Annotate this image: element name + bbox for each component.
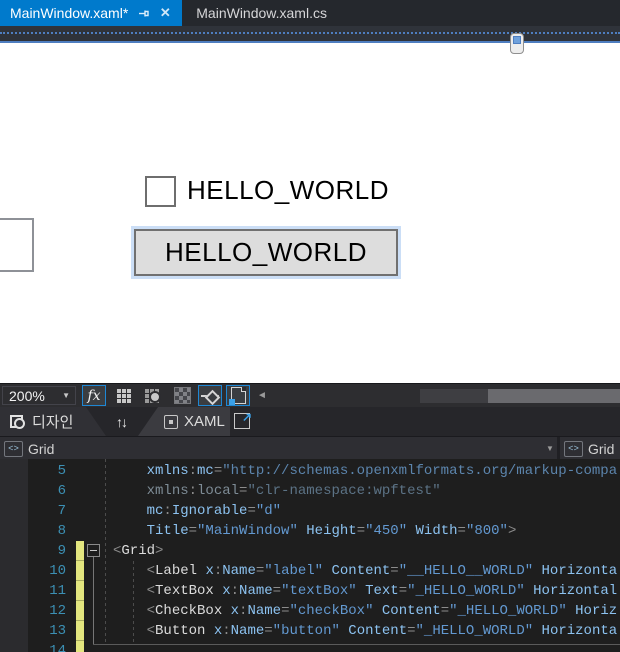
code-lines[interactable]: xmlns:mc="http://schemas.openxmlformats.… xyxy=(113,461,617,652)
code-line[interactable]: Title="MainWindow" Height="450" Width="8… xyxy=(113,521,617,541)
code-line[interactable]: mc:Ignorable="d" xyxy=(113,501,617,521)
zoom-value: 200% xyxy=(9,387,45,404)
code-line[interactable]: <TextBox x:Name="textBox" Text="_HELLO_W… xyxy=(113,581,618,601)
breadcrumb-left-dropdown[interactable]: <> Grid xyxy=(4,437,54,460)
element-icon: <> xyxy=(564,440,583,457)
breadcrumb-right-label: Grid xyxy=(588,440,615,457)
doc-tab-label: MainWindow.xaml.cs xyxy=(196,5,327,21)
designer-hscrollbar[interactable] xyxy=(420,389,620,403)
effects-toggle-button[interactable]: fx xyxy=(82,385,106,406)
line-number: 11 xyxy=(49,583,66,599)
line-number: 10 xyxy=(49,563,66,579)
window-edge-handle[interactable] xyxy=(510,33,524,54)
design-surface[interactable]: HELLO_WORLD HELLO_WORLD xyxy=(0,43,620,383)
button-label: HELLO_WORLD xyxy=(165,237,367,267)
line-number: 7 xyxy=(57,503,66,519)
line-number: 13 xyxy=(49,623,66,639)
margin-dotted-line xyxy=(0,32,620,34)
code-line[interactable]: <Grid> xyxy=(113,541,617,561)
indicator-margin[interactable] xyxy=(0,459,28,652)
designer-toolbar: 200% ▼ fx ◄ xyxy=(0,383,620,408)
line-number: 14 xyxy=(49,643,66,652)
designer-window-edge xyxy=(0,26,620,43)
doc-tab-mainwindow-xaml-cs[interactable]: MainWindow.xaml.cs xyxy=(182,0,341,26)
swap-panes-button[interactable]: ↑↓ xyxy=(108,407,134,436)
outlining-line xyxy=(93,557,94,644)
tab-design-view[interactable]: 디자인 xyxy=(0,407,106,436)
element-icon: <> xyxy=(4,440,23,457)
textbox-control[interactable] xyxy=(0,218,34,272)
pin-icon[interactable] xyxy=(136,6,150,20)
hscrollbar-thumb[interactable] xyxy=(488,389,620,403)
handle-anchor-icon xyxy=(513,36,521,44)
snaplines-toggle-button[interactable] xyxy=(198,385,222,406)
line-number: 8 xyxy=(57,523,66,539)
breadcrumb-divider xyxy=(557,437,560,460)
indent-guide xyxy=(105,459,106,644)
designer-view-tabs: 디자인 ↑↓ XAML ↗ xyxy=(0,407,620,436)
gear-icon xyxy=(149,391,161,403)
code-line[interactable] xyxy=(113,641,617,652)
swap-icon: ↑↓ xyxy=(116,413,128,430)
xaml-code-editor[interactable]: 5 6 7 8 9 10 11 12 13 14 xmlns:mc="http://schemas… xyxy=(0,459,620,652)
close-icon[interactable]: ✕ xyxy=(158,5,172,20)
tab-design-label: 디자인 xyxy=(32,414,74,431)
show-hide-annotations-button[interactable] xyxy=(226,385,250,406)
code-line[interactable]: <Label x:Name="label" Content="__HELLO__… xyxy=(113,561,618,581)
collapse-left-icon: ◄ xyxy=(257,390,267,401)
chevron-down-icon: ▼ xyxy=(62,391,70,400)
vs-editor-window: MainWindow.xaml* ✕ MainWindow.xaml.cs HE… xyxy=(0,0,620,652)
line-number: 9 xyxy=(57,543,66,559)
line-number: 12 xyxy=(49,603,66,619)
xaml-view-icon xyxy=(164,414,178,429)
checkerboard-icon xyxy=(173,387,191,404)
doc-tab-mainwindow-xaml[interactable]: MainWindow.xaml* ✕ xyxy=(0,0,183,26)
checkbox-label: HELLO_WORLD xyxy=(187,175,389,205)
popout-icon: ↗ xyxy=(234,410,252,429)
breadcrumb-right-dropdown[interactable]: <> Grid xyxy=(564,437,614,460)
document-icon xyxy=(228,387,246,405)
code-line[interactable]: <Button x:Name="button" Content="_HELLO_… xyxy=(113,621,618,641)
element-breadcrumb-bar: <> Grid ▼ <> Grid xyxy=(0,436,620,460)
document-tab-bar: MainWindow.xaml* ✕ MainWindow.xaml.cs xyxy=(0,0,620,26)
unsaved-change-bar xyxy=(76,541,84,652)
doc-tab-label: MainWindow.xaml* xyxy=(10,5,129,21)
collapse-toolbar-button[interactable]: ◄ xyxy=(254,385,270,406)
breadcrumb-left-label: Grid xyxy=(28,440,55,457)
line-number: 6 xyxy=(57,483,66,499)
line-numbers: 5 6 7 8 9 10 11 12 13 14 xyxy=(28,461,70,652)
line-number: 5 xyxy=(57,463,66,479)
collapse-region-button[interactable] xyxy=(87,544,100,557)
checkbox-control[interactable] xyxy=(145,176,176,207)
code-line[interactable]: <CheckBox x:Name="checkBox" Content="_HE… xyxy=(113,601,618,621)
show-grid-button[interactable] xyxy=(112,385,136,406)
code-line[interactable]: xmlns:mc="http://schemas.openxmlformats.… xyxy=(113,461,618,481)
grid-icon xyxy=(117,388,131,403)
zoom-dropdown[interactable]: 200% ▼ xyxy=(2,386,76,405)
snaplines-icon xyxy=(201,389,221,405)
design-view-icon xyxy=(10,414,25,429)
button-control[interactable]: HELLO_WORLD xyxy=(134,229,398,276)
code-line[interactable]: xmlns:local="clr-namespace:wpftest" xyxy=(113,481,617,501)
chevron-down-icon[interactable]: ▼ xyxy=(546,437,554,460)
popout-pane-button[interactable]: ↗ xyxy=(232,410,252,431)
minus-icon xyxy=(90,550,97,551)
snap-grid-button[interactable] xyxy=(140,385,164,406)
artboard-background-button[interactable] xyxy=(170,385,194,406)
fx-icon: fx xyxy=(87,387,101,404)
tab-xaml-label: XAML xyxy=(184,413,225,430)
tab-xaml-view[interactable]: XAML xyxy=(138,407,230,436)
